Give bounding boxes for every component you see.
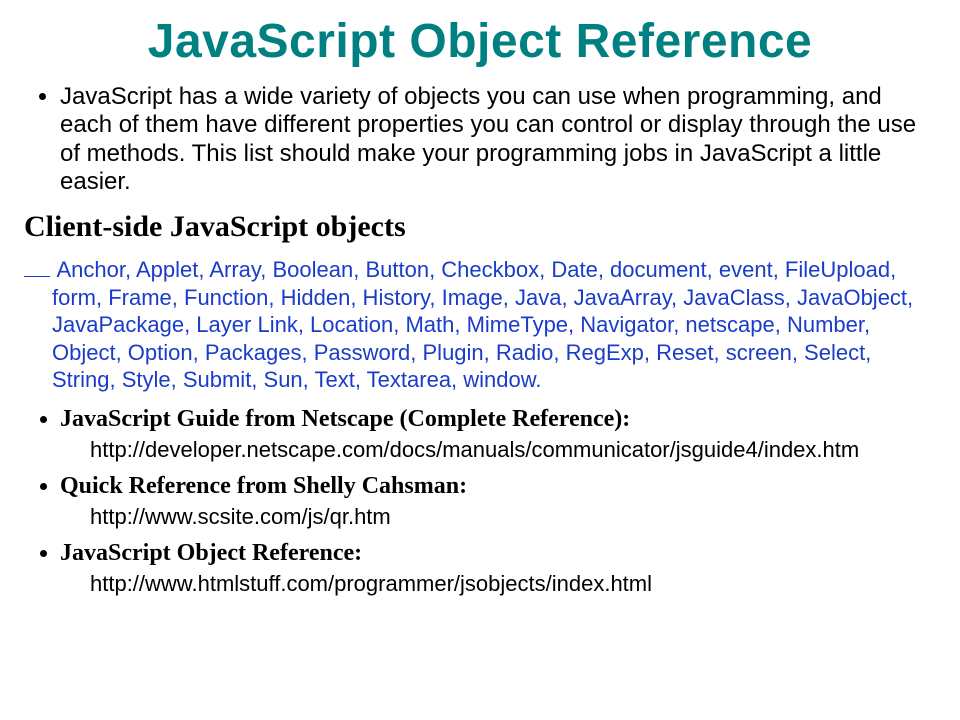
reference-item: JavaScript Object Reference: http://www.… bbox=[60, 540, 940, 597]
intro-list: JavaScript has a wide variety of objects… bbox=[20, 83, 940, 196]
intro-text: JavaScript has a wide variety of objects… bbox=[60, 83, 940, 196]
objects-block: Anchor, Applet, Array, Boolean, Button, … bbox=[20, 256, 940, 394]
reference-label: JavaScript Object Reference: bbox=[60, 540, 362, 566]
reference-url: http://www.htmlstuff.com/programmer/jsob… bbox=[90, 571, 940, 597]
tab-underline-decoration bbox=[24, 276, 50, 277]
reference-item: JavaScript Guide from Netscape (Complete… bbox=[60, 406, 940, 463]
reference-item: Quick Reference from Shelly Cahsman: htt… bbox=[60, 473, 940, 530]
reference-url: http://www.scsite.com/js/qr.htm bbox=[90, 504, 940, 530]
slide-title: JavaScript Object Reference bbox=[20, 14, 940, 69]
reference-label: JavaScript Guide from Netscape (Complete… bbox=[60, 406, 630, 432]
section-heading: Client-side JavaScript objects bbox=[24, 210, 940, 244]
reference-label: Quick Reference from Shelly Cahsman: bbox=[60, 473, 467, 499]
objects-list-text: Anchor, Applet, Array, Boolean, Button, … bbox=[52, 257, 913, 392]
reference-url: http://developer.netscape.com/docs/manua… bbox=[90, 437, 940, 463]
references-list: JavaScript Guide from Netscape (Complete… bbox=[20, 406, 940, 597]
slide-content: JavaScript Object Reference JavaScript h… bbox=[0, 0, 960, 597]
